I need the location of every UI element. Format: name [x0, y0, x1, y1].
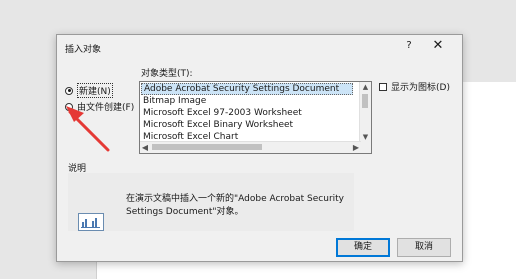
horizontal-scrollbar[interactable]: ◀ ▶: [140, 141, 361, 153]
radio-create-from-file[interactable]: 由文件创建(F): [65, 100, 134, 113]
object-type-label: 对象类型(T):: [141, 69, 193, 79]
result-box: 在演示文稿中插入一个新的"Adobe Acrobat Security Sett…: [68, 173, 354, 231]
horizontal-scroll-thumb[interactable]: [152, 144, 262, 150]
vertical-scroll-thumb[interactable]: [362, 94, 368, 108]
display-as-icon-checkbox[interactable]: [379, 82, 387, 91]
vertical-scrollbar[interactable]: ▲ ▼: [359, 82, 371, 142]
list-item[interactable]: Bitmap Image: [141, 95, 355, 107]
list-item[interactable]: Microsoft Excel 97-2003 Worksheet: [141, 107, 355, 119]
result-description: 在演示文稿中插入一个新的"Adobe Acrobat Security Sett…: [126, 194, 345, 217]
radio-create-from-file-label: 由文件创建(F): [77, 103, 135, 113]
scroll-left-icon[interactable]: ◀: [140, 142, 150, 153]
insert-object-dialog: 插入对象 ? ✕ 新建(N) 由文件创建(F) 对象类型(T): Adobe A…: [56, 34, 463, 262]
scroll-corner: [360, 142, 371, 153]
display-as-icon-option[interactable]: 显示为图标(D): [379, 80, 450, 93]
scroll-down-icon[interactable]: ▼: [360, 132, 371, 142]
dialog-title: 插入对象: [65, 45, 102, 55]
object-type-listbox[interactable]: Adobe Acrobat Security Settings Document…: [139, 81, 372, 154]
display-as-icon-label: 显示为图标(D): [391, 83, 450, 93]
radio-create-new-label: 新建(N): [77, 83, 113, 98]
list-item[interactable]: Microsoft Excel Binary Worksheet: [141, 119, 355, 131]
ok-button[interactable]: 确定: [336, 238, 390, 257]
radio-create-from-file-indicator[interactable]: [65, 102, 73, 111]
list-item[interactable]: Adobe Acrobat Security Settings Document: [141, 83, 353, 95]
radio-create-new[interactable]: 新建(N): [65, 83, 113, 98]
close-button[interactable]: ✕: [429, 38, 447, 54]
object-chart-icon: [78, 213, 104, 231]
radio-create-new-indicator[interactable]: [65, 86, 73, 95]
result-group: 说明 在演示文稿中插入一个新的"Adobe Acrobat Security S…: [67, 161, 455, 233]
object-chart-icon-graphic: [81, 218, 100, 228]
help-button[interactable]: ?: [401, 38, 417, 54]
scroll-up-icon[interactable]: ▲: [360, 82, 371, 92]
cancel-button[interactable]: 取消: [397, 238, 451, 257]
